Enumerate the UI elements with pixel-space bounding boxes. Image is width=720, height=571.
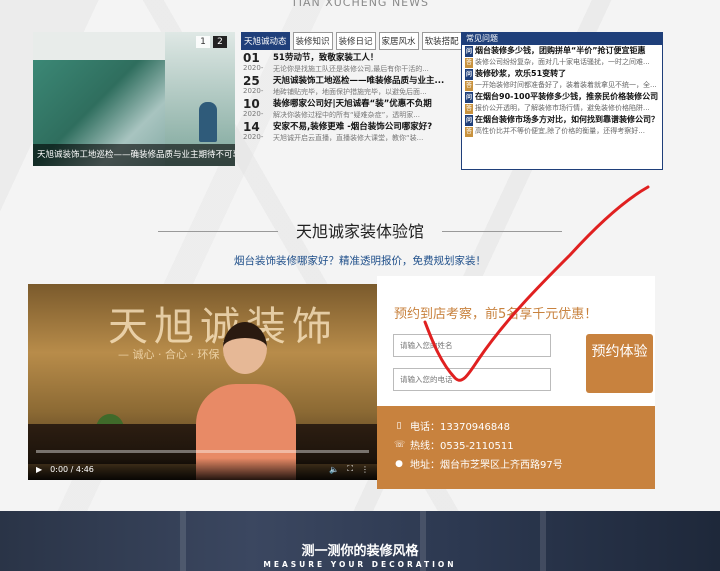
- red-annotation-checkmark: [423, 185, 650, 382]
